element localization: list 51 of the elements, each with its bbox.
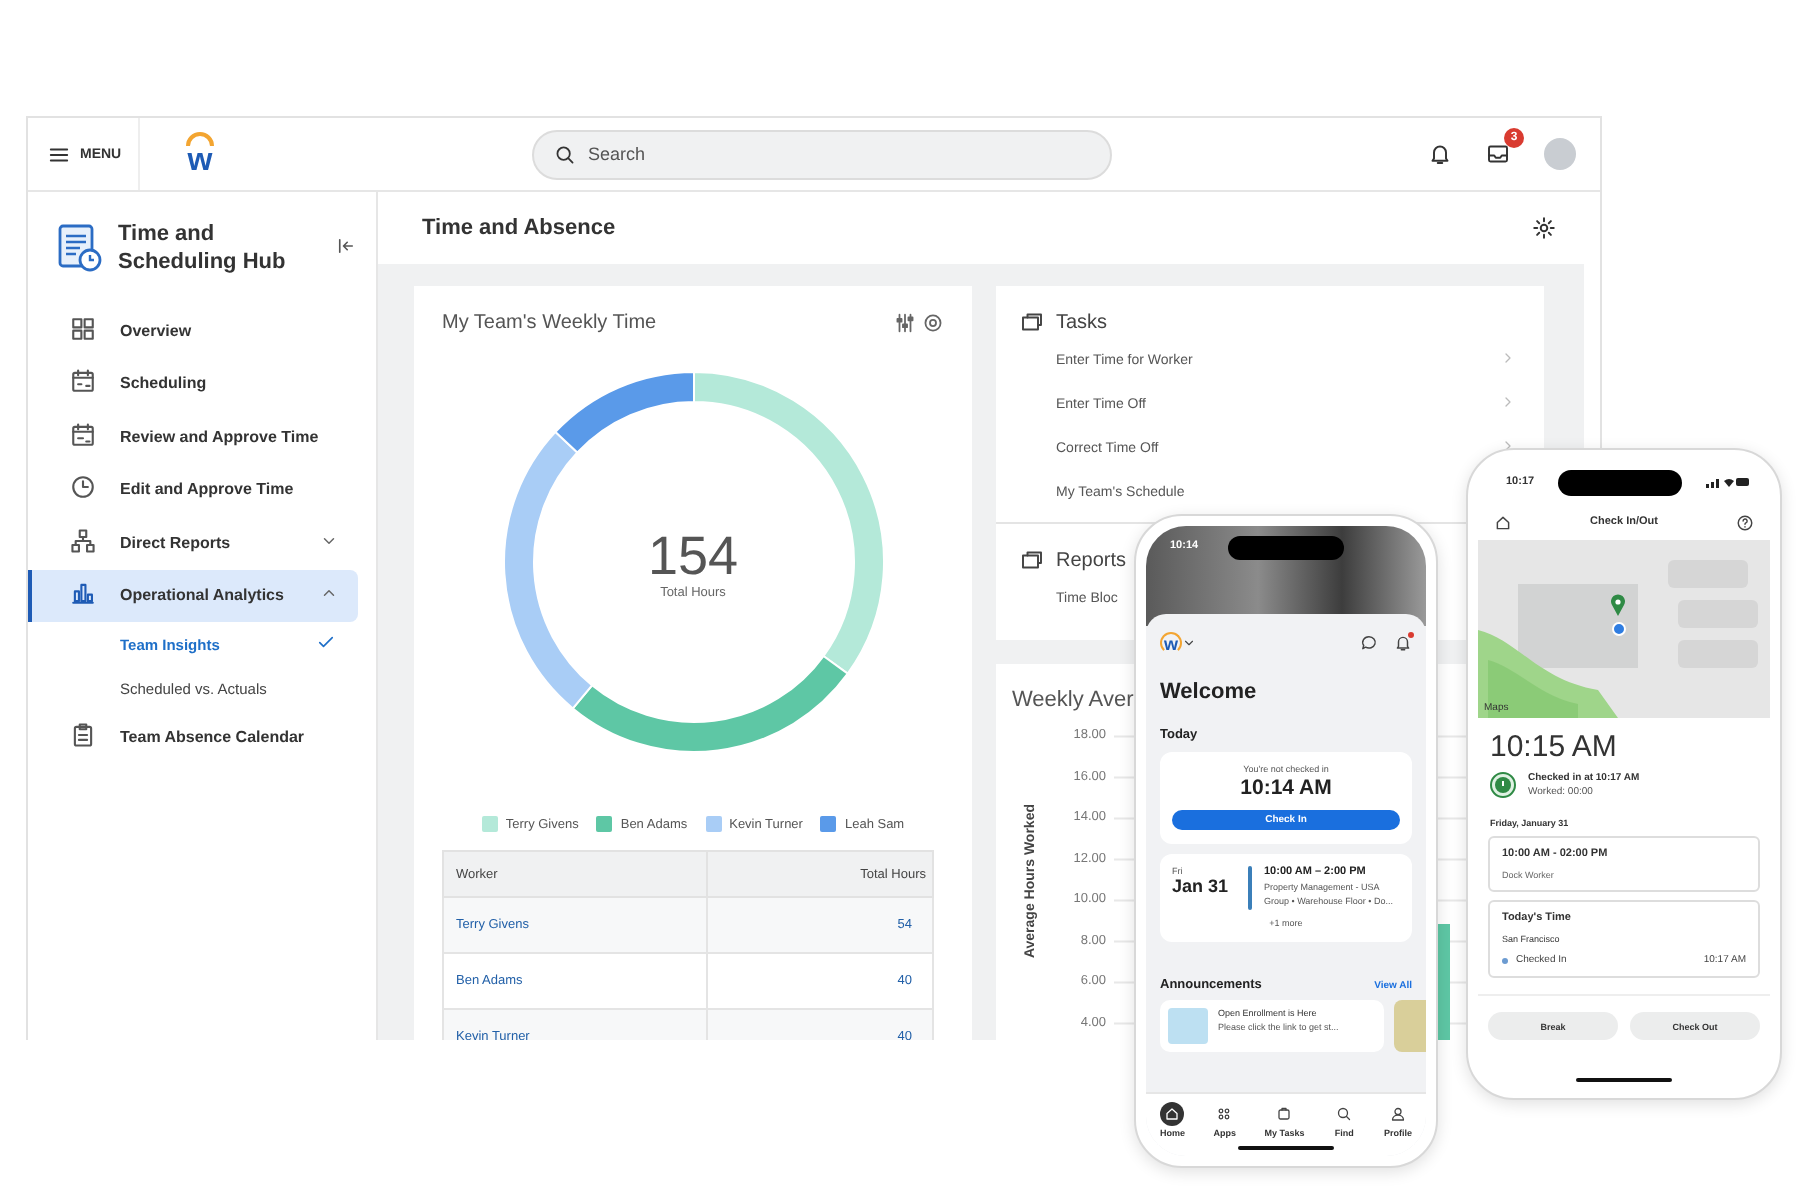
legend-swatch	[481, 816, 498, 832]
chevron-icon[interactable]	[1182, 635, 1196, 649]
search-input[interactable]: Search	[588, 144, 988, 164]
timesheet-icon	[58, 224, 102, 272]
page-title: Time and Absence	[422, 216, 616, 240]
card-title: Weekly Aver	[1012, 688, 1134, 712]
legend-swatch	[596, 816, 613, 832]
help-icon[interactable]	[1735, 513, 1754, 531]
bell-icon[interactable]	[1394, 633, 1412, 651]
camera-notch	[1228, 536, 1344, 560]
search-bar[interactable]: Search	[532, 129, 1112, 179]
sidebar-item[interactable]: Review and Approve Time	[28, 410, 358, 463]
chat-icon[interactable]	[1360, 633, 1378, 651]
sidebar-item[interactable]: Team Absence Calendar	[28, 710, 358, 763]
windows-icon	[1020, 548, 1044, 572]
home-icon[interactable]	[1494, 513, 1512, 531]
sidebar-item[interactable]: Scheduling	[28, 357, 358, 410]
sidebar-icon	[70, 315, 96, 346]
status-dot	[1502, 957, 1508, 963]
logo: w	[182, 130, 218, 178]
inbox-icon[interactable]	[1486, 142, 1510, 166]
image-placeholder	[1168, 1008, 1208, 1044]
shift-date: Jan 31	[1172, 876, 1231, 896]
greeting: Welcome	[1160, 680, 1259, 704]
sidebar-icon	[70, 527, 96, 558]
legend-swatch	[705, 816, 722, 832]
menu-icon	[48, 143, 70, 165]
image-placeholder	[1394, 1000, 1426, 1052]
status-icons	[1705, 476, 1750, 488]
current-time: 10:14 AM	[1240, 776, 1332, 800]
total-value: 154	[647, 525, 739, 585]
current-time: 10:15 AM	[1488, 728, 1619, 764]
sidebar-icon	[70, 721, 96, 752]
camera-notch	[1558, 469, 1683, 495]
location-pin-icon	[1610, 594, 1626, 616]
sidebar-item[interactable]: Direct Reports	[28, 516, 358, 569]
section-title: Reports	[1056, 549, 1127, 571]
filter-icon[interactable]	[894, 311, 916, 333]
windows-icon	[1020, 310, 1044, 334]
legend-swatch	[820, 816, 837, 832]
sidebar-item[interactable]: Operational Analytics	[28, 569, 358, 622]
card-title: My Team's Weekly Time	[442, 311, 657, 333]
sidebar-item[interactable]: Overview	[28, 304, 358, 357]
sidebar-icon	[70, 421, 96, 452]
bell-icon[interactable]	[1428, 142, 1452, 166]
hub-title: Time and Scheduling Hub	[118, 220, 288, 276]
tab-icon	[1160, 1102, 1185, 1126]
search-icon	[554, 143, 576, 165]
sidebar-item[interactable]: Edit and Approve Time	[28, 463, 358, 516]
section-title: Tasks	[1056, 311, 1108, 333]
logo[interactable]: w	[1160, 631, 1182, 653]
